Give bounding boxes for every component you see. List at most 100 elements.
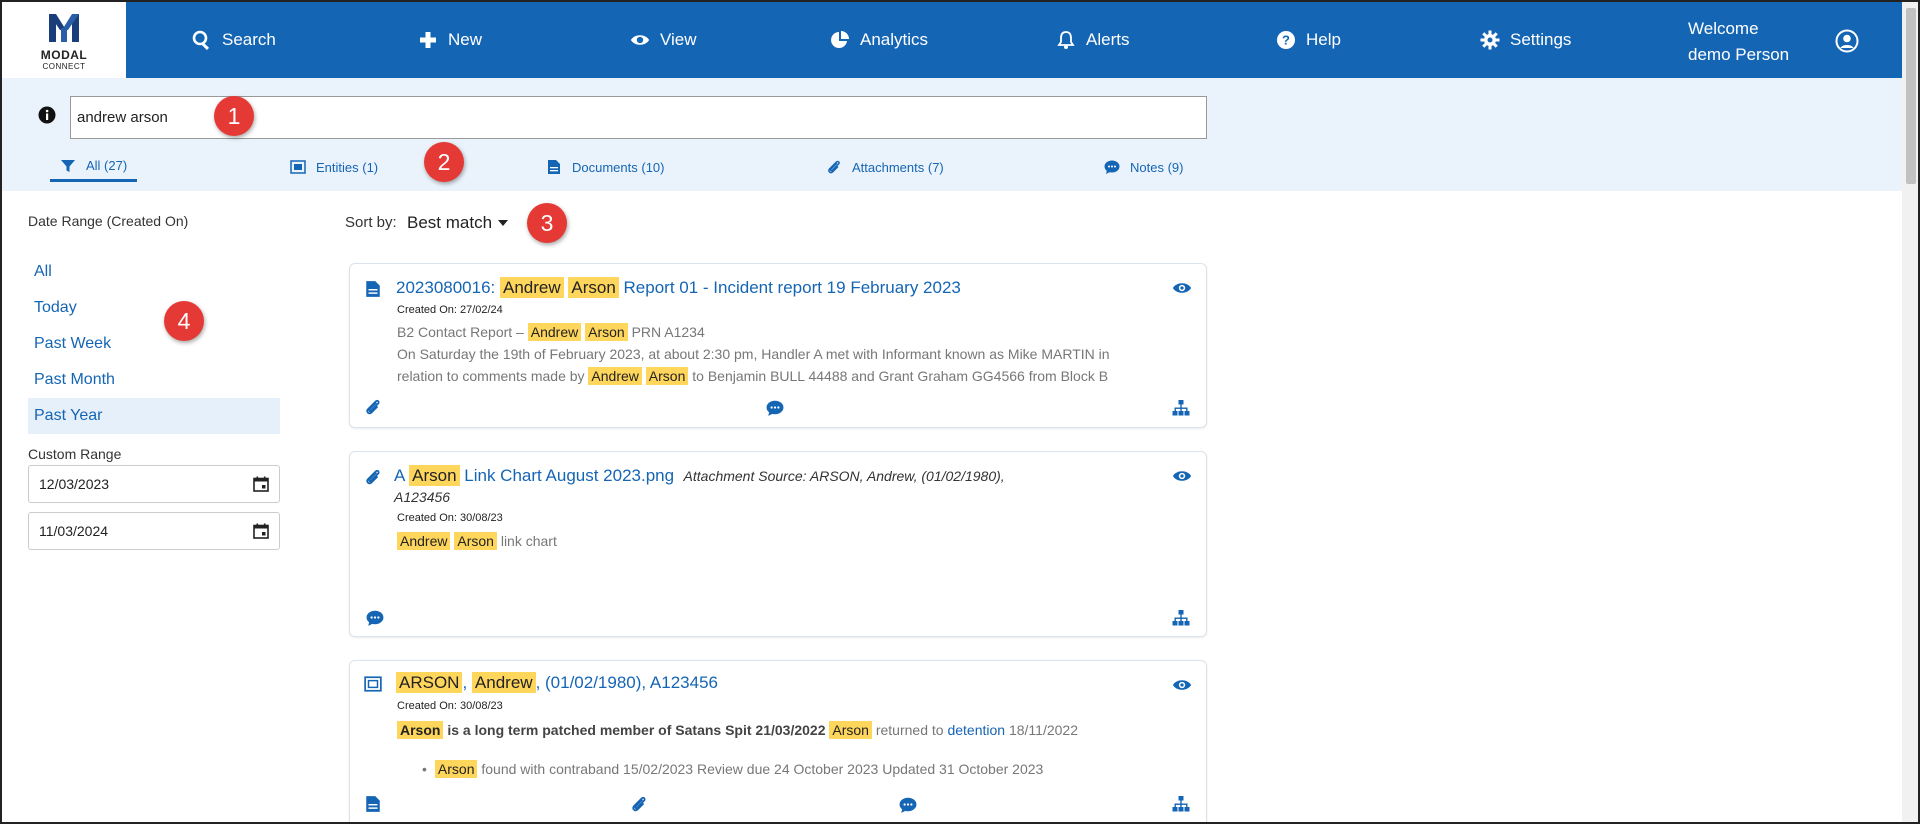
detention-link[interactable]: detention [947,722,1005,738]
caret-down-icon [498,220,509,226]
date-range-title: Date Range (Created On) [28,213,189,229]
range-all[interactable]: All [28,254,280,290]
pie-chart-icon [831,31,849,48]
nav-alerts[interactable]: Alerts [1056,2,1129,78]
highlight: Arson [829,721,872,739]
highlight: Andrew [500,277,564,298]
user-name: demo Person [1688,45,1790,64]
comment-icon[interactable] [899,796,917,814]
result-card[interactable]: A Arson Link Chart August 2023.png Attac… [349,451,1207,637]
range-past-year[interactable]: Past Year [28,398,280,434]
tab-documents[interactable]: Documents (10) [546,152,664,182]
nav-help-label: Help [1306,30,1341,49]
nav-help[interactable]: ? Help [1276,2,1341,78]
app-frame: MODAL CONNECT Search New View Analytics … [0,0,1920,824]
highlight: Arson [409,465,460,486]
tab-documents-label: Documents (10) [572,159,665,175]
highlight: Andrew [527,323,582,341]
tab-attachments-label: Attachments (7) [852,159,944,175]
sort-dropdown[interactable]: Best match [407,213,509,233]
hierarchy-icon[interactable] [1172,399,1190,417]
snippet-text: PRN A1234 [627,324,705,340]
range-today[interactable]: Today [28,290,280,326]
nav-settings-label: Settings [1510,30,1572,49]
document-icon[interactable] [364,795,382,813]
eye-icon[interactable] [1172,675,1192,695]
result-card[interactable]: ARSON, Andrew, (01/02/1980), A123456 Cre… [349,660,1207,822]
nav-new-label: New [448,30,483,49]
comment-icon[interactable] [366,609,384,627]
document-icon [548,160,560,174]
nav-search[interactable]: Search [192,2,276,78]
eye-icon [630,35,650,45]
nav-new[interactable]: New [418,2,482,78]
paperclip-icon [366,469,380,485]
svg-text:?: ? [1282,33,1290,48]
tab-attachments[interactable]: Attachments (7) [826,152,944,182]
snippet-text: relation to comments made by [397,368,589,384]
snippet-line: Andrew Arson link chart [397,530,557,552]
logo-text: MODAL [40,47,88,62]
result-title-text: Report 01 - Incident report 19 February … [618,278,961,297]
paperclip-icon[interactable] [630,795,648,813]
calendar-icon[interactable] [253,476,269,492]
result-title-text: Link Chart August 2023.png [459,466,675,485]
vertical-scrollbar[interactable] [1902,2,1918,822]
callout-2: 2 [424,142,464,182]
hierarchy-icon[interactable] [1172,795,1190,813]
nav-settings[interactable]: Settings [1480,2,1571,78]
info-icon[interactable] [38,106,56,124]
result-title-text: , (01/02/1980), A123456 [535,673,718,692]
nav-view[interactable]: View [630,2,697,78]
result-title[interactable]: A Arson Link Chart August 2023.png Attac… [394,464,1005,488]
eye-icon[interactable] [1172,278,1192,298]
callout-3: 3 [527,203,567,243]
result-card[interactable]: 2023080016: Andrew Arson Report 01 - Inc… [349,263,1207,428]
tab-entities-label: Entities (1) [316,159,379,175]
search-area: All (27) Entities (1) Documents (10) Att… [2,78,1902,191]
nav-view-label: View [660,30,697,49]
eye-icon[interactable] [1172,466,1192,486]
result-title[interactable]: ARSON, Andrew, (01/02/1980), A123456 [396,671,718,695]
tab-all[interactable]: All (27) [50,152,138,182]
comment-icon[interactable] [766,399,784,417]
paperclip-icon [828,160,840,174]
snippet-line: B2 Contact Report – Andrew Arson PRN A12… [397,321,705,343]
entity-icon [290,160,306,174]
plus-icon [420,32,436,48]
result-title[interactable]: 2023080016: Andrew Arson Report 01 - Inc… [396,276,961,300]
range-past-month[interactable]: Past Month [28,362,280,398]
date-from-field[interactable]: 12/03/2023 [28,465,280,503]
logo-subtext: CONNECT [42,61,86,71]
snippet-line: Arson is a long term patched member of S… [397,719,1078,741]
highlight: Arson [585,323,628,341]
snippet-text: B2 Contact Report – [397,324,528,340]
nav-analytics[interactable]: Analytics [830,2,928,78]
calendar-icon[interactable] [253,523,269,539]
bell-icon [1057,31,1075,49]
user-circle-icon[interactable] [1835,29,1859,53]
created-on: Created On: 27/02/24 [397,304,503,316]
snippet-text: 18/11/2022 [1005,722,1078,738]
tab-notes-label: Notes (9) [1130,159,1184,175]
snippet-text: is a long term patched member of Satans … [443,722,830,738]
highlight: Arson [645,367,689,385]
nav-search-label: Search [222,30,276,49]
tab-notes[interactable]: Notes (9) [1104,152,1183,182]
sort-label: Sort by: [345,214,397,231]
highlight: Andrew [471,672,536,693]
highlight: Andrew [397,532,451,550]
nav-alerts-label: Alerts [1086,30,1130,49]
range-past-week[interactable]: Past Week [28,326,280,362]
document-icon [366,281,380,297]
scrollbar-thumb[interactable] [1906,8,1916,184]
tab-entities[interactable]: Entities (1) [290,152,378,182]
paperclip-icon[interactable] [364,398,382,416]
gear-icon [1480,30,1500,50]
date-to-field[interactable]: 11/03/2024 [28,512,280,550]
highlight: Arson [434,760,478,778]
snippet-text: found with contraband 15/02/2023 Review … [477,761,1044,777]
hierarchy-icon[interactable] [1172,609,1190,627]
app-logo[interactable]: MODAL CONNECT [2,2,126,78]
bullet-item: • Arson found with contraband 15/02/2023 … [422,758,1043,780]
